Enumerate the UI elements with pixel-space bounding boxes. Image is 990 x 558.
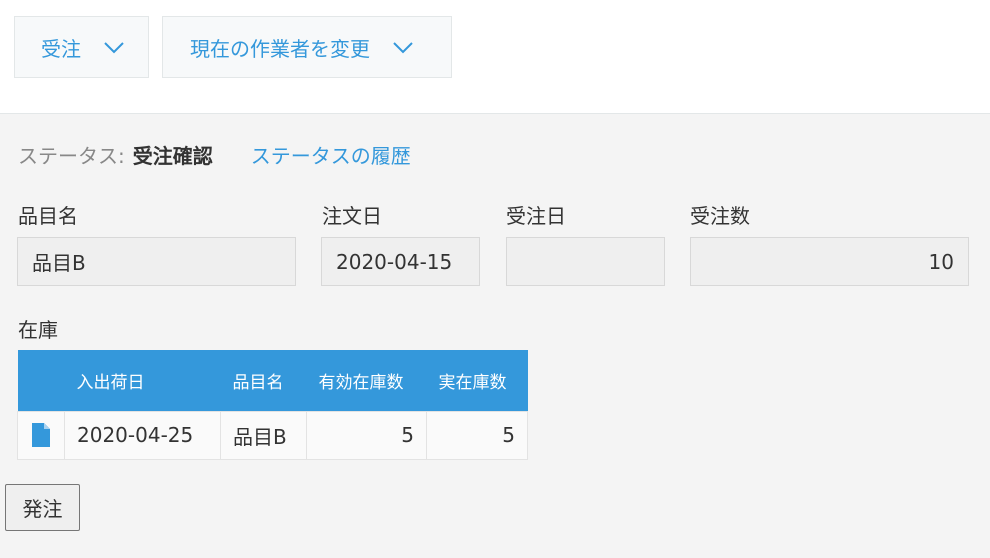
cell-date: 2020-04-25 [64,410,221,460]
change-assignee-label: 現在の作業者を変更 [190,36,370,61]
stock-section-label: 在庫 [18,318,58,342]
received-date-label: 受注日 [506,204,566,228]
order-date-value: 2020-04-15 [336,249,453,274]
column-header-available: 有効在庫数 [306,350,427,411]
order-date-field: 2020-04-15 [321,237,480,286]
record-link-cell[interactable] [17,410,65,460]
received-date-field [506,237,665,286]
item-name-value: 品目B [32,251,86,275]
chevron-down-icon [393,42,413,54]
status-line: ステータス: 受注確認 ステータスの履歴 [18,140,411,169]
stock-table: 入出荷日 品目名 有効在庫数 実在庫数 2020-04-25 品目B 5 5 [17,350,528,460]
item-name-label: 品目名 [18,204,78,228]
status-value: 受注確認 [132,144,213,168]
quantity-field: 10 [690,237,969,286]
cell-actual: 5 [426,410,528,460]
process-action-button[interactable]: 受注 [14,16,149,78]
order-date-label: 注文日 [322,204,382,228]
status-history-link[interactable]: ステータスの履歴 [251,140,411,169]
order-button[interactable]: 発注 [5,484,80,531]
quantity-label: 受注数 [690,204,750,228]
change-assignee-button[interactable]: 現在の作業者を変更 [162,16,452,78]
table-row: 2020-04-25 品目B 5 5 [17,410,528,460]
quantity-value: 10 [928,249,954,274]
stock-table-header: 入出荷日 品目名 有効在庫数 実在庫数 [17,350,528,411]
status-label: ステータス: [18,144,125,168]
cell-available: 5 [306,410,427,460]
process-action-label: 受注 [41,36,81,61]
file-icon[interactable] [31,422,51,448]
cell-item: 品目B [220,410,307,460]
column-header-icon [17,350,65,411]
column-header-date: 入出荷日 [64,350,221,411]
action-toolbar: 受注 現在の作業者を変更 [0,0,990,114]
column-header-actual: 実在庫数 [426,350,528,411]
column-header-item: 品目名 [220,350,307,411]
item-name-field: 品目B [17,237,296,286]
chevron-down-icon [104,42,124,54]
